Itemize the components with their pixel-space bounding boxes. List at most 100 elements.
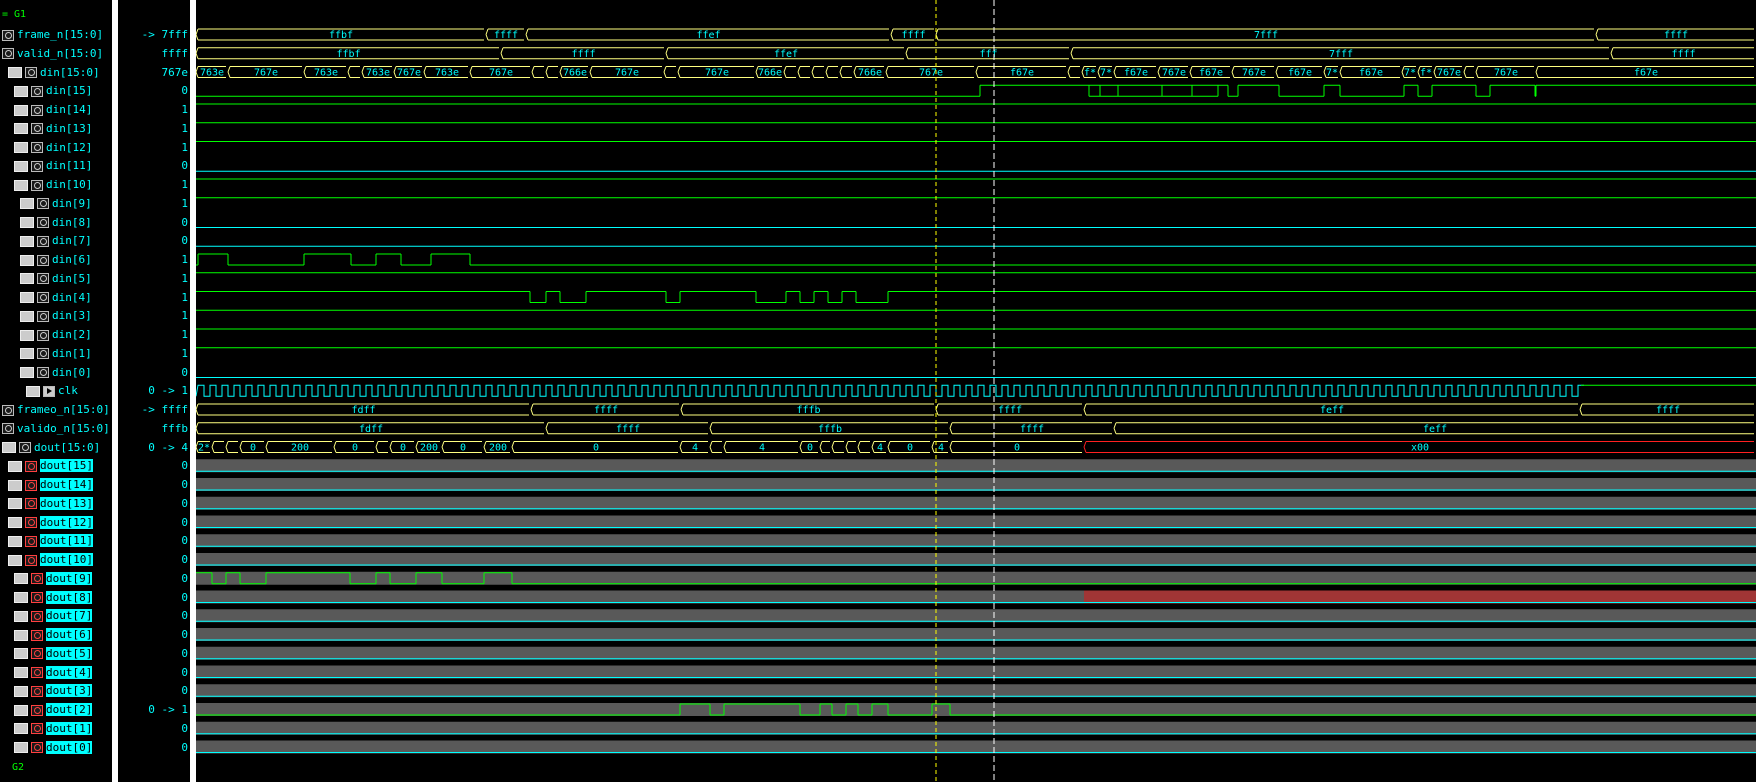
signal-name-dout-15-0[interactable]: dout[15:0] — [2, 439, 100, 456]
signal-name-text: din[2] — [52, 328, 92, 341]
signal-error-icon — [25, 479, 37, 491]
undriven-fill — [196, 478, 1756, 491]
signal-name-din-14[interactable]: din[14] — [14, 101, 92, 118]
signal-name-din-12[interactable]: din[12] — [14, 139, 92, 156]
verilog-badge-icon — [20, 367, 34, 378]
bus-value-label: ffff — [1664, 30, 1688, 41]
signal-name-text: valido_n[15:0] — [17, 421, 110, 435]
signal-name-dout-2[interactable]: dout[2] — [14, 701, 93, 718]
waveform-pane[interactable]: ffbf ffff ffef ffff 7fff ffff ffbf ffff ffef fff 7… — [196, 0, 1756, 782]
bus-value-label: f67e — [1010, 68, 1034, 79]
undriven-fill — [196, 665, 1756, 679]
signal-file-icon — [25, 67, 37, 78]
verilog-badge-icon — [14, 179, 28, 191]
signal-name-valid_n-15-0[interactable]: valid_n[15:0] — [2, 45, 103, 62]
bit-wave — [196, 253, 1756, 266]
signal-file-icon — [37, 273, 49, 285]
signal-error-icon — [31, 629, 43, 641]
signal-name-text: din[15:0] — [40, 65, 100, 79]
verilog-badge-icon — [20, 310, 34, 322]
bus-value-label: ffff — [616, 424, 640, 435]
signal-name-text: dout[4] — [46, 665, 93, 679]
bus-value-label: ffff — [1671, 49, 1695, 60]
signal-name-dout-4[interactable]: dout[4] — [14, 664, 93, 681]
signal-name-din-6[interactable]: din[6] — [20, 251, 92, 268]
signal-value-dout-0: 0 — [181, 740, 188, 754]
bus-value-label: f67e — [1634, 68, 1658, 79]
signal-name-clk[interactable]: clk — [26, 382, 78, 399]
signal-name-valido_n-15-0[interactable]: valido_n[15:0] — [2, 420, 110, 437]
signal-name-din-9[interactable]: din[9] — [20, 195, 92, 212]
signal-name-dout-7[interactable]: dout[7] — [14, 607, 93, 624]
signal-value-pane: -> 7fff ffff 767e 0 1 1 1 0 1 1 0 0 1 1 1 1 1 1 0 0 -> 1 -> … — [128, 0, 190, 782]
signal-value-din-2: 1 — [181, 328, 188, 341]
signal-value-din-1: 1 — [181, 346, 188, 360]
signal-name-din-0[interactable]: din[0] — [20, 364, 92, 381]
signal-name-din-8[interactable]: din[8] — [20, 214, 92, 231]
signal-value-dout-10: 0 — [181, 553, 188, 566]
signal-name-dout-12[interactable]: dout[12] — [8, 514, 93, 531]
signal-name-din-1[interactable]: din[1] — [20, 345, 92, 362]
signal-name-din-15[interactable]: din[15] — [14, 82, 92, 99]
signal-name-dout-0[interactable]: dout[0] — [14, 739, 93, 756]
signal-name-dout-6[interactable]: dout[6] — [14, 626, 93, 643]
signal-file-icon — [37, 217, 49, 228]
signal-name-text: dout[1] — [46, 721, 93, 735]
signal-value-dout-4: 0 — [181, 665, 188, 679]
signal-name-din-5[interactable]: din[5] — [20, 270, 92, 287]
signal-name-dout-5[interactable]: dout[5] — [14, 645, 93, 662]
signal-value-dout-11: 0 — [181, 534, 188, 548]
signal-name-text: dout[15:0] — [34, 440, 101, 454]
signal-name-dout-13[interactable]: dout[13] — [8, 495, 93, 512]
pane-splitter-left[interactable] — [112, 0, 118, 782]
signal-error-icon — [31, 685, 43, 697]
signal-name-din-15-0[interactable]: din[15:0] — [8, 64, 100, 81]
verilog-badge-icon — [14, 742, 28, 753]
signal-name-din-13[interactable]: din[13] — [14, 120, 92, 137]
verilog-badge-icon — [14, 142, 28, 153]
signal-name-text: frame_n[15:0] — [17, 28, 104, 41]
bus-value-label: 7* — [1404, 68, 1416, 79]
undriven-fill — [196, 740, 1756, 754]
signal-name-din-2[interactable]: din[2] — [20, 326, 92, 343]
signal-value-din-13: 1 — [181, 121, 188, 135]
signal-file-icon — [37, 254, 49, 266]
signal-value-din-10: 1 — [181, 178, 188, 191]
bus-segment — [811, 66, 824, 78]
signal-name-dout-9[interactable]: dout[9] — [14, 570, 93, 587]
signal-file-icon — [37, 367, 49, 378]
signal-name-text: frameo_n[15:0] — [17, 403, 110, 416]
verilog-badge-icon — [8, 498, 22, 510]
signal-name-frameo_n-15-0[interactable]: frameo_n[15:0] — [2, 401, 110, 418]
signal-name-din-4[interactable]: din[4] — [20, 289, 92, 306]
verilog-badge-icon — [20, 292, 34, 303]
bus-value-label: ffef — [774, 49, 798, 60]
signal-name-din-7[interactable]: din[7] — [20, 232, 92, 249]
signal-file-icon — [31, 104, 43, 116]
bus-value-label: 767e — [1242, 68, 1266, 79]
verilog-badge-icon — [2, 442, 16, 453]
signal-name-dout-15[interactable]: dout[15] — [8, 457, 93, 474]
signal-name-dout-10[interactable]: dout[10] — [8, 551, 93, 568]
signal-name-dout-11[interactable]: dout[11] — [8, 532, 93, 549]
signal-name-dout-8[interactable]: dout[8] — [14, 589, 93, 606]
signal-file-icon — [31, 85, 43, 97]
bus-segment — [531, 66, 544, 78]
signal-value-dout-12: 0 — [181, 515, 188, 529]
signal-name-din-11[interactable]: din[11] — [14, 157, 92, 174]
bus-value-label: 4 — [938, 443, 944, 454]
signal-value-dout-15-0: 0 -> 4 — [148, 440, 188, 454]
bus-value-label: 0 — [352, 443, 358, 454]
bus-segment — [1463, 66, 1474, 78]
signal-name-din-10[interactable]: din[10] — [14, 176, 92, 193]
signal-name-dout-3[interactable]: dout[3] — [14, 682, 93, 699]
signal-value-din-6: 1 — [181, 253, 188, 266]
signal-value-frame_n-15-0: -> 7fff — [141, 28, 188, 41]
signal-name-dout-14[interactable]: dout[14] — [8, 476, 93, 493]
signal-name-din-3[interactable]: din[3] — [20, 307, 92, 324]
bus-value-label: ffff — [1020, 424, 1044, 435]
undriven-fill — [196, 721, 1756, 735]
verilog-badge-icon — [20, 198, 34, 210]
signal-name-dout-1[interactable]: dout[1] — [14, 720, 93, 737]
signal-name-frame_n-15-0[interactable]: frame_n[15:0] — [2, 26, 103, 43]
